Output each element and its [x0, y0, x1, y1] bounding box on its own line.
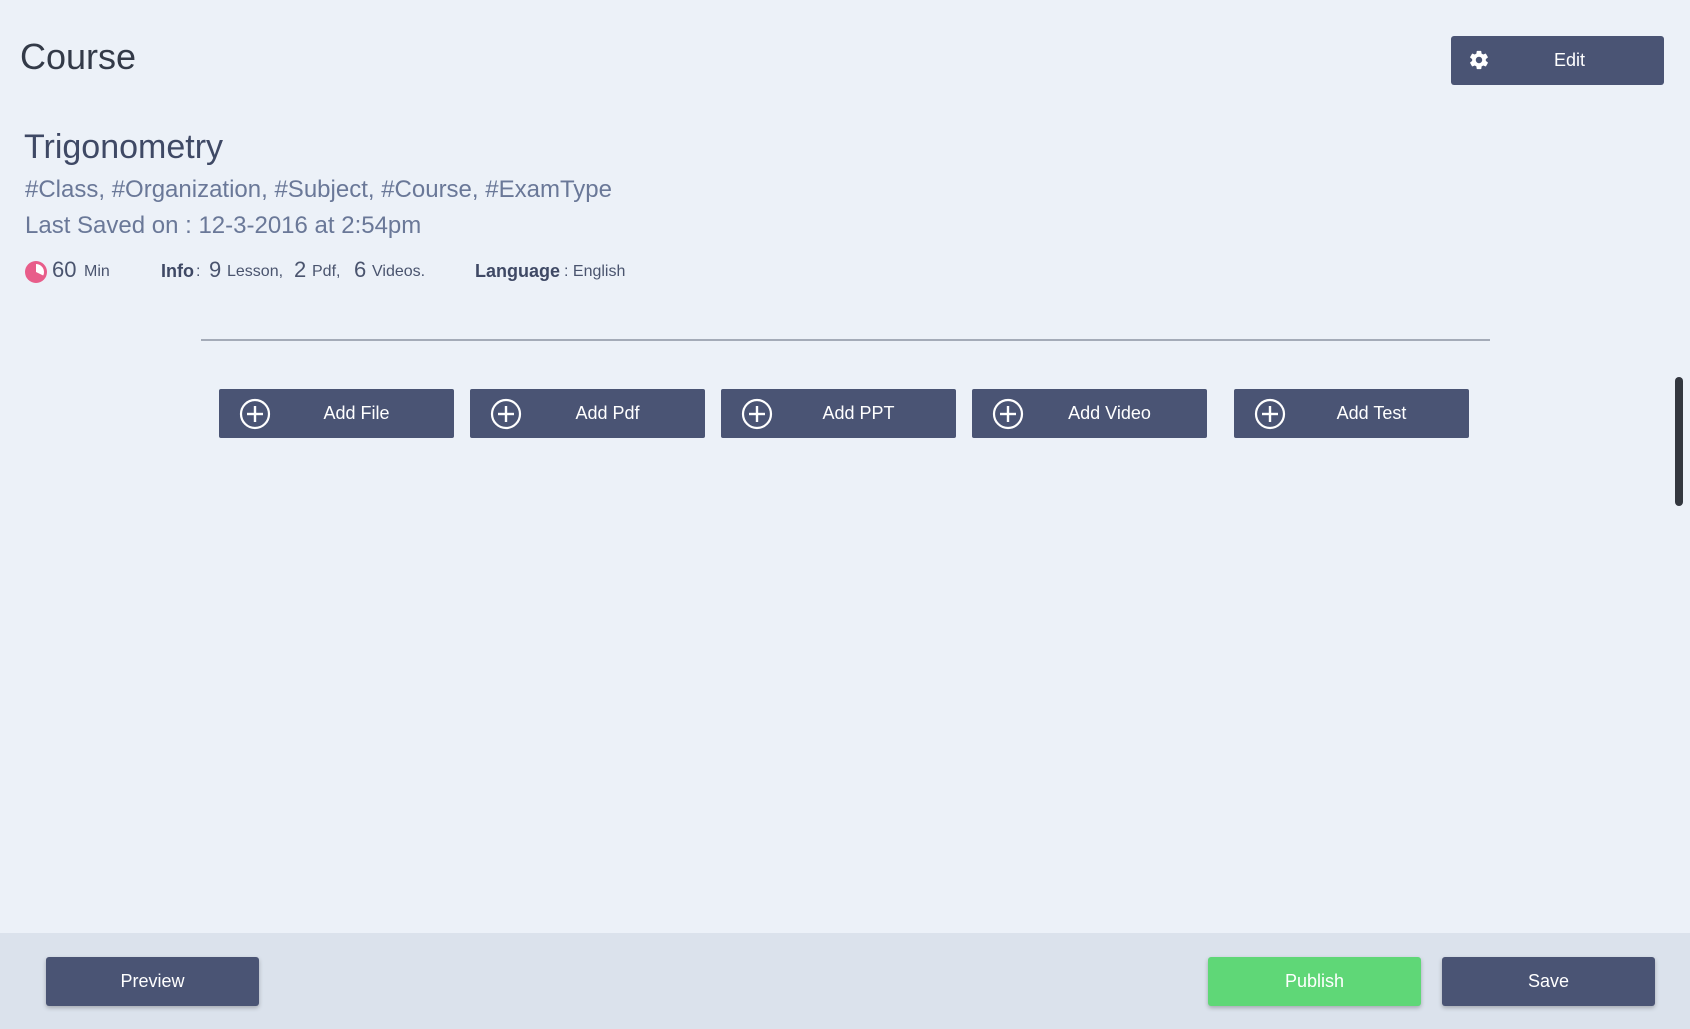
duration-value: 60 — [52, 257, 77, 282]
clock-icon — [25, 261, 47, 283]
save-button[interactable]: Save — [1442, 957, 1655, 1006]
add-video-button[interactable]: Add Video — [972, 389, 1207, 438]
edit-button[interactable]: Edit — [1451, 36, 1664, 85]
add-file-button[interactable]: Add File — [219, 389, 454, 438]
section-divider — [201, 339, 1490, 341]
footer-bar: Preview Publish Save — [0, 933, 1690, 1029]
course-tags: #Class, #Organization, #Subject, #Course… — [25, 176, 612, 203]
language-value: : English — [564, 263, 626, 280]
add-pdf-button[interactable]: Add Pdf — [470, 389, 705, 438]
lesson-count: 9 — [209, 257, 222, 282]
add-file-label: Add File — [323, 403, 390, 423]
course-name: Trigonometry — [24, 128, 224, 166]
add-test-button[interactable]: Add Test — [1234, 389, 1469, 438]
info-separator: : — [196, 263, 201, 280]
scrollbar-thumb[interactable] — [1675, 377, 1683, 506]
publish-button[interactable]: Publish — [1208, 957, 1421, 1006]
video-unit: Videos. — [372, 263, 426, 280]
add-ppt-button[interactable]: Add PPT — [721, 389, 956, 438]
language-label: Language — [475, 261, 561, 281]
add-test-label: Add Test — [1336, 403, 1407, 423]
last-saved: Last Saved on : 12-3-2016 at 2:54pm — [25, 212, 422, 239]
duration-unit: Min — [84, 263, 110, 280]
gear-icon — [1470, 50, 1488, 70]
add-video-label: Add Video — [1068, 403, 1151, 423]
course-page: Course Edit Trigonometry #Class, #Organi… — [0, 0, 1690, 1029]
add-pdf-label: Add Pdf — [575, 403, 640, 423]
add-ppt-label: Add PPT — [822, 403, 895, 423]
info-label: Info — [161, 261, 194, 281]
pdf-unit: Pdf, — [312, 263, 341, 280]
pdf-count: 2 — [294, 257, 307, 282]
video-count: 6 — [354, 257, 367, 282]
page-title: Course — [20, 36, 137, 77]
preview-button[interactable]: Preview — [46, 957, 259, 1006]
lesson-unit: Lesson, — [227, 263, 284, 280]
course-meta: 60 Min Info : 9 Lesson, 2 Pdf, 6 Videos.… — [24, 257, 724, 288]
